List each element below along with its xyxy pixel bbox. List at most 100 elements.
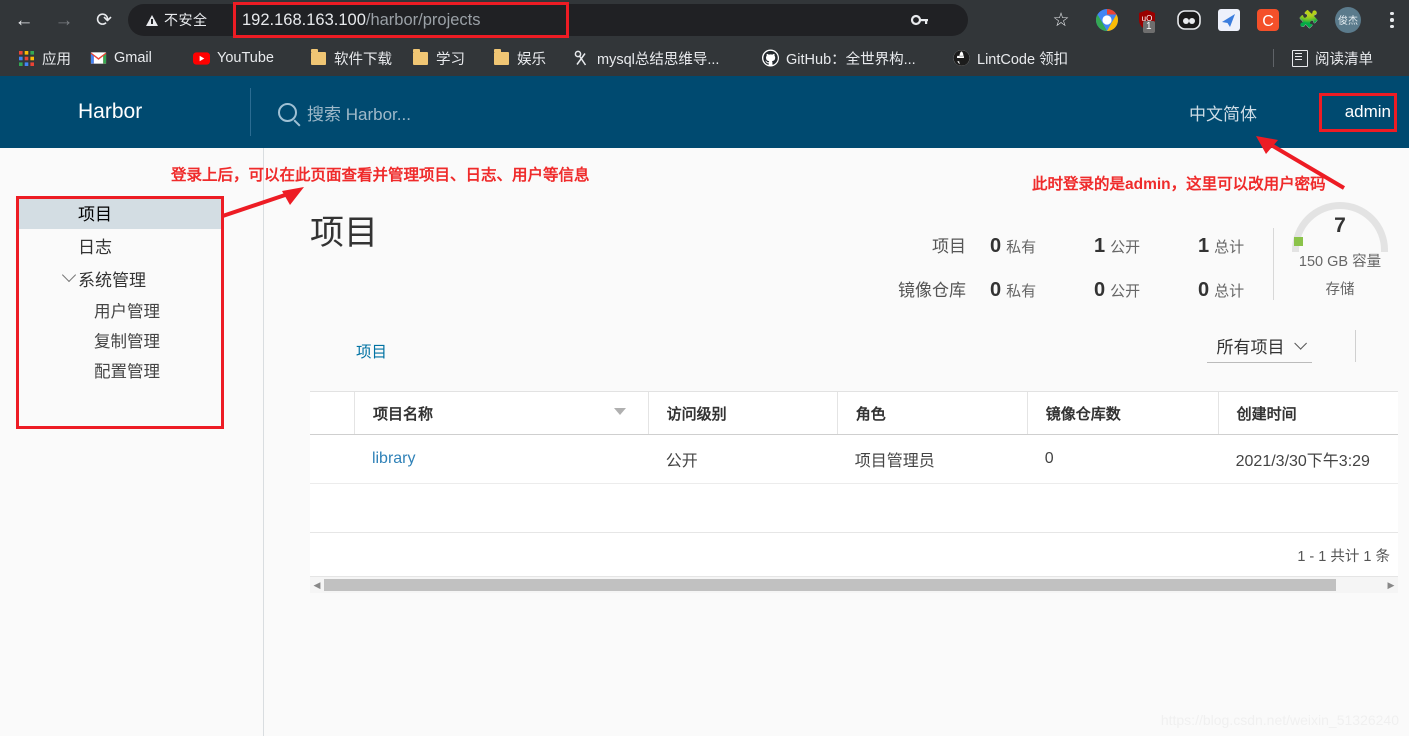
harbor-search[interactable]: 搜索 Harbor... (278, 76, 411, 148)
extension-chrome-icon[interactable] (1093, 6, 1121, 34)
table-header-access-level[interactable]: 访问级别 (647, 392, 837, 434)
folder-icon (412, 48, 429, 67)
gauge-sub-label: 存储 (1325, 282, 1355, 298)
reading-list-button[interactable]: 阅读清单 (1292, 40, 1373, 76)
github-icon (762, 49, 779, 67)
stat-unit: 公开 (1110, 239, 1141, 256)
stat-value: 0 (1094, 279, 1106, 301)
bookmarks-divider (1273, 49, 1274, 67)
annotation-arrow-right (1256, 136, 1346, 190)
column-label: 镜像仓库数 (1045, 405, 1121, 423)
extension-c-icon[interactable]: C (1254, 6, 1282, 34)
extensions-puzzle-icon[interactable]: 🧩 (1295, 6, 1323, 34)
warning-triangle-icon (146, 14, 158, 26)
bookmark-mysql-mindmap[interactable]: mysql总结思维导... (573, 40, 719, 76)
stat-unit: 私有 (1006, 283, 1037, 300)
bookmark-github[interactable]: GitHub：全世界构... (762, 40, 916, 76)
stat-total: 1 总计 (1174, 235, 1278, 258)
cell-access-level: 公开 (665, 453, 698, 470)
tab-projects[interactable]: 项目 (356, 340, 387, 362)
scrollbar-track[interactable] (324, 578, 1384, 592)
stats-divider (1273, 228, 1274, 300)
address-bar[interactable]: 不安全 192.168.163.100/harbor/projects (128, 2, 968, 38)
harbor-header: Harbor 搜索 Harbor... 中文简体 admin (0, 76, 1409, 148)
harbor-brand[interactable]: Harbor (78, 76, 142, 148)
browser-chrome: ← → ⟳ 不安全 192.168.163.100/harbor/project… (0, 0, 1409, 76)
gmail-icon (90, 50, 107, 67)
search-icon (278, 102, 297, 122)
horizontal-scrollbar[interactable]: ◀ ▶ (310, 576, 1398, 593)
bookmark-folder-study[interactable]: 学习 (412, 40, 465, 76)
table-header-project-name[interactable]: 项目名称 (353, 392, 648, 434)
header-divider (250, 88, 251, 136)
youtube-icon (193, 50, 210, 67)
cell-project-name[interactable]: library (354, 450, 648, 468)
pagination-label: 1 - 1 共计 1 条 (1297, 548, 1390, 565)
gauge-capacity-label: 150 GB 容量 (1298, 254, 1382, 270)
reading-list-label: 阅读清单 (1315, 51, 1373, 68)
sidebar-highlight-box (16, 196, 224, 429)
bookmarks-bar: 应用 Gmail YouTube 软件下载 学习 娱乐 mysql总结思维导..… (0, 40, 1409, 76)
browser-menu-button[interactable] (1380, 6, 1404, 34)
gauge-value: 7 (1334, 214, 1346, 237)
security-chip[interactable]: 不安全 (146, 4, 208, 36)
stat-value: 0 (1198, 279, 1210, 301)
bookmark-lintcode[interactable]: LintCode 领扣 (953, 40, 1068, 76)
table-header-repo-count[interactable]: 镜像仓库数 (1026, 392, 1218, 434)
table-empty-row (310, 484, 1398, 533)
scroll-left-arrow-icon[interactable]: ◀ (310, 580, 324, 591)
bookmark-label: 学习 (436, 51, 465, 68)
search-placeholder: 搜索 Harbor... (307, 104, 411, 124)
stat-public: 0 公开 (1070, 279, 1174, 302)
extension-blue-bird-icon[interactable] (1215, 6, 1243, 34)
lintcode-icon (953, 49, 970, 67)
table-row[interactable]: library 公开 项目管理员 0 2021/3/30下午3:29 (310, 435, 1398, 484)
column-label: 角色 (855, 405, 886, 423)
stat-value: 0 (990, 279, 1002, 301)
filter-label: 所有项目 (1216, 338, 1285, 357)
table-header-row: 项目名称 访问级别 角色 镜像仓库数 创建时间 (310, 391, 1398, 435)
extension-badge-count: 1 (1143, 21, 1155, 33)
security-label: 不安全 (164, 12, 208, 28)
bookmark-folder-software[interactable]: 软件下载 (310, 40, 392, 76)
table-header-role[interactable]: 角色 (836, 392, 1027, 434)
scroll-right-arrow-icon[interactable]: ▶ (1384, 580, 1398, 591)
folder-icon (310, 48, 327, 67)
project-filter-select[interactable]: 所有项目 (1207, 333, 1312, 363)
bookmark-folder-entertainment[interactable]: 娱乐 (493, 40, 546, 76)
apps-grid-icon (18, 50, 35, 67)
browser-toolbar: ← → ⟳ 不安全 192.168.163.100/harbor/project… (0, 0, 1409, 40)
scrollbar-thumb[interactable] (324, 579, 1336, 591)
stat-unit: 总计 (1214, 239, 1245, 256)
bookmark-youtube[interactable]: YouTube (193, 40, 274, 76)
url-highlight-box (233, 2, 569, 38)
bookmark-label: 娱乐 (517, 51, 546, 68)
back-button[interactable]: ← (8, 4, 40, 36)
stat-unit: 公开 (1110, 283, 1141, 300)
table-header-created-time[interactable]: 创建时间 (1217, 392, 1398, 434)
svg-text:俊杰: 俊杰 (1338, 14, 1358, 27)
page-title: 项目 (310, 214, 378, 252)
bookmark-label: 软件下载 (334, 51, 392, 68)
bookmark-apps[interactable]: 应用 (18, 40, 71, 76)
forward-button[interactable]: → (48, 4, 80, 36)
cell-role: 项目管理员 (854, 453, 935, 470)
stat-value: 1 (1094, 235, 1106, 257)
filter-funnel-icon[interactable] (613, 408, 626, 415)
cell-created-time: 2021/3/30下午3:29 (1235, 453, 1370, 470)
stat-row-repositories: 镜像仓库 0 私有 0 公开 0 总计 (890, 276, 1290, 320)
bookmark-star-icon[interactable]: ☆ (1046, 4, 1076, 36)
stat-row-label: 项目 (932, 237, 966, 256)
stat-row-projects: 项目 0 私有 1 公开 1 总计 (890, 232, 1290, 276)
column-label: 项目名称 (372, 405, 433, 423)
password-key-icon[interactable] (905, 4, 935, 36)
gauge-usage-dot (1294, 237, 1303, 246)
reload-button[interactable]: ⟳ (88, 4, 120, 36)
extension-oo-icon[interactable] (1175, 6, 1203, 34)
stat-unit: 私有 (1006, 239, 1037, 256)
profile-avatar[interactable]: 俊杰 (1334, 6, 1362, 34)
extension-ublock-icon[interactable]: uO 1 (1133, 6, 1161, 34)
bookmark-gmail[interactable]: Gmail (90, 40, 152, 76)
bookmark-label: mysql总结思维导... (597, 51, 720, 68)
bookmark-label: 应用 (42, 51, 71, 68)
